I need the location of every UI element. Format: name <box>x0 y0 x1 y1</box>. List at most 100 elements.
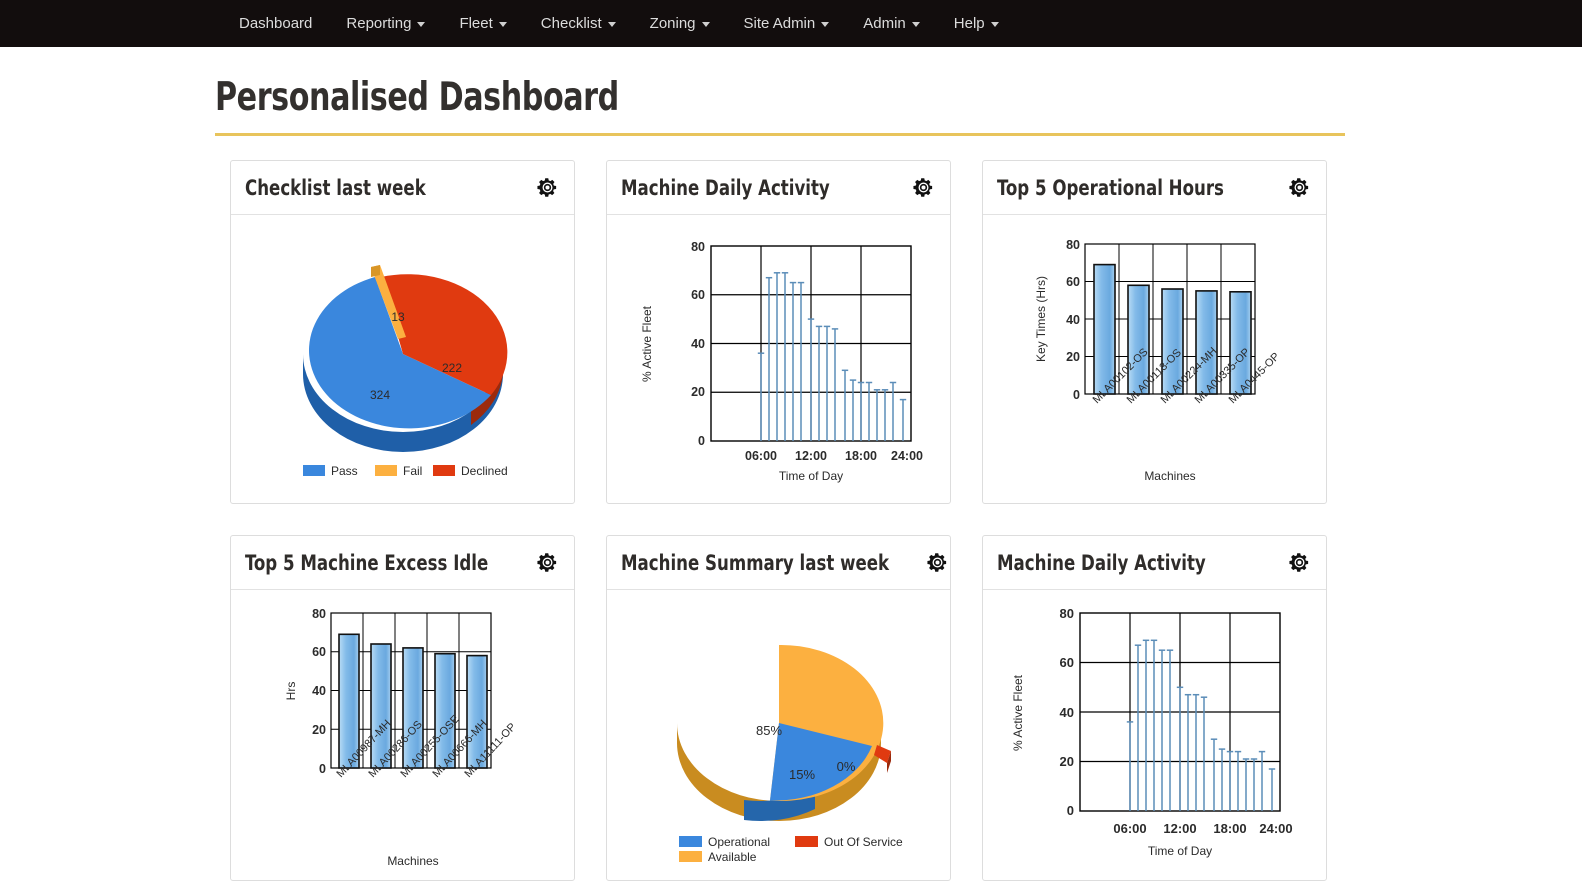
svg-text:0: 0 <box>1073 388 1080 402</box>
pie-slice-label-pass: 324 <box>369 388 389 402</box>
card-machine-daily-activity-1: Machine Daily Activity 80 60 40 20 0 06:… <box>606 160 951 504</box>
x-axis-label: Machines <box>387 854 438 868</box>
needle-chart-daily-activity-2: 80 60 40 20 0 06:00 12:00 18:00 24:00 Time … <box>1011 606 1293 858</box>
svg-text:12:00: 12:00 <box>795 449 827 463</box>
card-header: Machine Daily Activity <box>983 536 1326 590</box>
card-title: Top 5 Machine Excess Idle <box>245 550 489 575</box>
y-axis-label: % Active Fleet <box>640 305 654 382</box>
svg-text:60: 60 <box>1060 655 1074 670</box>
nav-item-label: Admin <box>863 15 906 32</box>
svg-text:80: 80 <box>691 240 705 254</box>
svg-text:40: 40 <box>312 684 326 698</box>
nav-item-site-admin[interactable]: Site Admin <box>727 0 847 47</box>
card-header: Top 5 Operational Hours <box>983 161 1326 215</box>
nav-item-label: Help <box>953 15 985 32</box>
chevron-down-icon <box>607 22 616 27</box>
page-header: Personalised Dashboard <box>0 47 1582 136</box>
y-axis-ticks: 80 60 40 20 0 <box>1060 606 1074 818</box>
y-axis-label: Hrs <box>284 681 298 700</box>
nav-item-label: Zoning <box>649 15 696 32</box>
nav-item-admin[interactable]: Admin <box>846 0 937 47</box>
pie-slice-label-out-of-service: 0% <box>836 759 855 774</box>
bar-chart-excess-idle: 8060 40200 MLA00987-MH MLA00286-OS MLA00… <box>284 607 519 868</box>
gear-icon[interactable] <box>926 551 949 574</box>
card-machine-summary-last-week: Machine Summary last week 85% 15% 0% Ope… <box>606 535 951 881</box>
pie-chart-checklist: 13 222 324 Pass Fail Declined <box>302 265 508 478</box>
pie-slice-label-fail: 13 <box>391 310 405 324</box>
card-header: Machine Summary last week <box>607 536 950 590</box>
svg-text:18:00: 18:00 <box>1213 821 1246 836</box>
card-title: Machine Summary last week <box>621 550 890 575</box>
pie-slice-label-declined: 222 <box>441 361 461 375</box>
x-axis-ticks: 06:00 12:00 18:00 24:00 <box>1113 821 1292 836</box>
nav-item-checklist[interactable]: Checklist <box>524 0 633 47</box>
page-title: Personalised Dashboard <box>215 75 619 120</box>
nav-item-dashboard[interactable]: Dashboard <box>222 0 329 47</box>
nav-item-label: Checklist <box>540 15 602 32</box>
card-machine-daily-activity-2: Machine Daily Activity 80 60 40 20 0 06:… <box>982 535 1327 881</box>
card-title: Top 5 Operational Hours <box>997 175 1224 200</box>
pie-slice-label-available: 85% <box>755 723 781 738</box>
svg-text:40: 40 <box>1066 313 1080 327</box>
svg-text:80: 80 <box>1066 238 1080 252</box>
card-body: 85% 15% 0% Operational Out Of Service Av… <box>607 590 950 880</box>
svg-text:0: 0 <box>1067 803 1074 818</box>
chevron-down-icon <box>701 22 710 27</box>
card-header: Checklist last week <box>231 161 574 215</box>
y-axis-label: % Active Fleet <box>1011 674 1025 751</box>
x-axis-label: Time of Day <box>778 469 842 483</box>
chevron-down-icon <box>417 22 426 27</box>
legend-swatch-pass <box>302 465 325 476</box>
svg-text:60: 60 <box>691 288 705 302</box>
svg-text:12:00: 12:00 <box>1163 821 1196 836</box>
gear-icon[interactable] <box>536 551 559 574</box>
svg-text:20: 20 <box>312 723 326 737</box>
svg-text:06:00: 06:00 <box>1113 821 1146 836</box>
gear-icon[interactable] <box>536 176 559 199</box>
nav-item-fleet[interactable]: Fleet <box>442 0 523 47</box>
legend-swatch-available <box>678 850 702 862</box>
card-body: 13 222 324 Pass Fail Declined <box>231 215 574 503</box>
dashboard-grid: Checklist last week 13 222 324 Pass Fail… <box>0 136 1582 881</box>
pie-chart-machine-summary: 85% 15% 0% Operational Out Of Service Av… <box>676 644 903 864</box>
legend-swatch-operational <box>678 835 702 847</box>
nav-item-help[interactable]: Help <box>937 0 1016 47</box>
svg-text:18:00: 18:00 <box>845 449 877 463</box>
card-checklist-last-week: Checklist last week 13 222 324 Pass Fail… <box>230 160 575 504</box>
card-title: Checklist last week <box>245 175 426 200</box>
y-axis-label: Key Times (Hrs) <box>1034 276 1048 362</box>
card-body: 80 60 40 20 0 MLA00102-OS MLA00113-OS MLA00… <box>983 215 1326 503</box>
svg-text:40: 40 <box>1060 705 1074 720</box>
nav-item-label: Fleet <box>459 15 493 32</box>
svg-text:20: 20 <box>691 385 705 399</box>
main-navbar: Dashboard Reporting Fleet Checklist Zoni… <box>0 0 1582 47</box>
svg-text:20: 20 <box>1060 754 1074 769</box>
x-axis-ticks: 06:00 12:00 18:00 24:00 <box>745 449 923 463</box>
nav-item-label: Reporting <box>346 15 412 32</box>
legend-swatch-fail <box>374 465 397 476</box>
needle-chart-daily-activity-1: 80 60 40 20 0 06:00 12:00 18:00 24:00 Time … <box>640 240 923 483</box>
y-axis-ticks: 80 60 40 20 0 <box>691 240 705 448</box>
bar-chart-operational-hours: 8060 40200 MLA00102-OS MLA00113-OS MLA00… <box>1034 238 1282 483</box>
x-axis-label: Machines <box>1144 469 1195 483</box>
y-axis-ticks: 80 60 40 20 0 <box>1066 238 1080 402</box>
legend-label-operational: Operational <box>708 835 770 849</box>
nav-item-reporting[interactable]: Reporting <box>329 0 442 47</box>
svg-text:40: 40 <box>691 337 705 351</box>
legend-swatch-out-of-service <box>794 835 818 847</box>
gear-icon[interactable] <box>1288 176 1311 199</box>
nav-item-label: Dashboard <box>239 15 313 32</box>
svg-text:24:00: 24:00 <box>1259 821 1292 836</box>
nav-item-zoning[interactable]: Zoning <box>633 0 727 47</box>
svg-text:06:00: 06:00 <box>745 449 777 463</box>
card-title: Machine Daily Activity <box>621 175 830 200</box>
svg-text:0: 0 <box>319 762 326 776</box>
card-body: 80 60 40 20 0 06:00 12:00 18:00 24:00 Time … <box>983 590 1326 880</box>
legend-label-declined: Declined <box>461 464 508 478</box>
gear-icon[interactable] <box>1288 551 1311 574</box>
svg-text:20: 20 <box>1066 350 1080 364</box>
svg-text:60: 60 <box>1066 275 1080 289</box>
gear-icon[interactable] <box>912 176 935 199</box>
card-top-5-machine-excess-idle: Top 5 Machine Excess Idle 80 60 40 20 0 … <box>230 535 575 881</box>
chevron-down-icon <box>498 22 507 27</box>
